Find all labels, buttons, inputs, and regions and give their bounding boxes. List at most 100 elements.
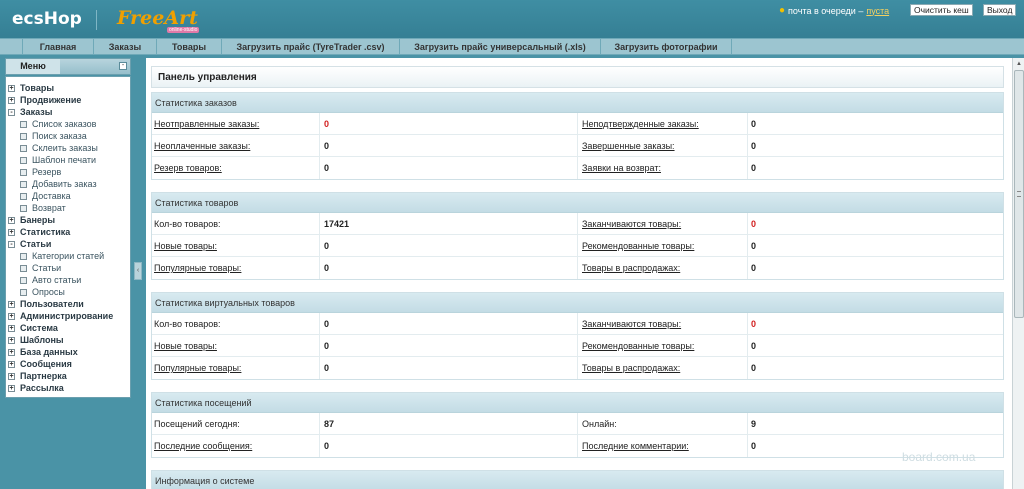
collapse-icon[interactable]: - <box>8 108 15 116</box>
tab-products[interactable]: Товары <box>156 39 221 55</box>
stat-link[interactable]: Новые товары: <box>154 335 217 357</box>
menu-item[interactable]: + Система <box>8 322 58 334</box>
leaf-icon[interactable] <box>20 252 27 260</box>
menu-item[interactable]: + База данных <box>8 346 78 358</box>
menu-subitem[interactable]: Резерв <box>20 166 61 178</box>
menu-item[interactable]: + Пользователи <box>8 298 84 310</box>
stat-link[interactable]: Заявки на возврат: <box>582 157 661 179</box>
stat-link[interactable]: Популярные товары: <box>154 257 241 279</box>
stat-label: Онлайн: <box>582 419 617 429</box>
tab-upload-tyretrader[interactable]: Загрузить прайс (TyreTrader .csv) <box>221 39 399 55</box>
menu-minimize-button[interactable]: - <box>119 62 127 70</box>
menu-item[interactable]: + Продвижение <box>8 94 81 106</box>
leaf-icon[interactable] <box>20 120 27 128</box>
menu-title[interactable]: Меню <box>6 59 60 74</box>
stat-value: 0 <box>324 141 330 151</box>
stat-link[interactable]: Последние сообщения: <box>154 435 252 457</box>
tab-upload-xls[interactable]: Загрузить прайс универсальный (.xls) <box>399 39 600 55</box>
menu-subitem[interactable]: Категории статей <box>20 250 104 262</box>
menu-item[interactable]: - Заказы <box>8 106 52 118</box>
menu-item-label: Список заказов <box>32 119 97 129</box>
stat-link[interactable]: Неоплаченные заказы: <box>154 135 250 157</box>
stat-link[interactable]: Товары в распродажах: <box>582 357 680 379</box>
expand-icon[interactable]: + <box>8 336 15 344</box>
mail-queue-link[interactable]: пуста <box>866 6 889 16</box>
leaf-icon[interactable] <box>20 156 27 164</box>
expand-icon[interactable]: + <box>8 372 15 380</box>
scroll-thumb[interactable] <box>1014 70 1024 318</box>
menu-subitem[interactable]: Доставка <box>20 190 71 202</box>
menu-subitem[interactable]: Статьи <box>20 262 61 274</box>
leaf-icon[interactable] <box>20 192 27 200</box>
menu-item[interactable]: + Банеры <box>8 214 55 226</box>
menu-subitem[interactable]: Шаблон печати <box>20 154 96 166</box>
stat-link[interactable]: Завершенные заказы: <box>582 135 675 157</box>
leaf-icon[interactable] <box>20 168 27 176</box>
expand-icon[interactable]: + <box>8 300 15 308</box>
leaf-icon[interactable] <box>20 264 27 272</box>
expand-icon[interactable]: + <box>8 384 15 392</box>
stats-row: Неоплаченные заказы: 0 Завершенные заказы:… <box>152 135 1003 157</box>
stats-row: Популярные товары: 0 Товары в распродажах:… <box>152 257 1003 279</box>
stat-link[interactable]: Популярные товары: <box>154 357 241 379</box>
menu-subitem[interactable]: Добавить заказ <box>20 178 97 190</box>
scroll-up-icon[interactable]: ▲ <box>1014 59 1024 69</box>
expand-icon[interactable]: + <box>8 324 15 332</box>
stat-value: 9 <box>751 419 757 429</box>
vertical-scrollbar[interactable]: ▲ <box>1012 58 1024 489</box>
menu-subitem[interactable]: Авто статьи <box>20 274 81 286</box>
menu-item[interactable]: + Сообщения <box>8 358 72 370</box>
menu-item[interactable]: + Шаблоны <box>8 334 64 346</box>
stat-link[interactable]: Неотправленные заказы: <box>154 113 259 135</box>
expand-icon[interactable]: + <box>8 84 15 92</box>
expand-icon[interactable]: + <box>8 348 15 356</box>
leaf-icon[interactable] <box>20 132 27 140</box>
expand-icon[interactable]: + <box>8 360 15 368</box>
stat-value: 0 <box>751 219 757 229</box>
menu-subitem[interactable]: Возврат <box>20 202 66 214</box>
stat-label: Посещений сегодня: <box>154 419 240 429</box>
main-content: Панель управления Статистика заказов Неот… <box>146 58 1012 489</box>
menu-subitem[interactable]: Поиск заказа <box>20 130 87 142</box>
logout-button[interactable]: Выход <box>983 4 1017 16</box>
stat-link[interactable]: Новые товары: <box>154 235 217 257</box>
stat-link[interactable]: Товары в распродажах: <box>582 257 680 279</box>
menu-item[interactable]: + Администрирование <box>8 310 113 322</box>
stat-link[interactable]: Последние комментарии: <box>582 435 689 457</box>
leaf-icon[interactable] <box>20 276 27 284</box>
stat-link[interactable]: Заканчиваются товары: <box>582 213 681 235</box>
stat-link[interactable]: Рекомендованные товары: <box>582 335 694 357</box>
stats-section: Статистика посещений Посещений сегодня: 87… <box>151 392 1004 458</box>
tab-upload-photos[interactable]: Загрузить фотографии <box>600 39 732 55</box>
tab-main[interactable]: Главная <box>22 39 93 55</box>
menu-item[interactable]: + Рассылка <box>8 382 64 394</box>
ecshop-logo[interactable]: ecsHop <box>12 9 82 29</box>
collapse-menu-handle[interactable]: ‹ <box>134 262 142 280</box>
leaf-icon[interactable] <box>20 288 27 296</box>
menu-item-label: Партнерка <box>20 371 67 381</box>
menu-item[interactable]: - Статьи <box>8 238 51 250</box>
freeart-logo[interactable]: FreeArt <box>117 7 198 29</box>
expand-icon[interactable]: + <box>8 96 15 104</box>
menu-subitem[interactable]: Опросы <box>20 286 65 298</box>
menu-item[interactable]: + Товары <box>8 82 54 94</box>
expand-icon[interactable]: + <box>8 216 15 224</box>
menu-item-label: Поиск заказа <box>32 131 87 141</box>
menu-subitem[interactable]: Склеить заказы <box>20 142 98 154</box>
leaf-icon[interactable] <box>20 180 27 188</box>
clear-cache-button[interactable]: Очистить кеш <box>910 4 973 16</box>
menu-item[interactable]: + Партнерка <box>8 370 67 382</box>
leaf-icon[interactable] <box>20 144 27 152</box>
leaf-icon[interactable] <box>20 204 27 212</box>
expand-icon[interactable]: + <box>8 312 15 320</box>
stat-link[interactable]: Заканчиваются товары: <box>582 313 681 335</box>
tab-orders[interactable]: Заказы <box>93 39 156 55</box>
stat-link[interactable]: Резерв товаров: <box>154 157 222 179</box>
section-title: Статистика заказов <box>152 93 1003 113</box>
menu-subitem[interactable]: Список заказов <box>20 118 96 130</box>
menu-item[interactable]: + Статистика <box>8 226 70 238</box>
stat-link[interactable]: Рекомендованные товары: <box>582 235 694 257</box>
collapse-icon[interactable]: - <box>8 240 15 248</box>
stat-link[interactable]: Неподтвержденные заказы: <box>582 113 699 135</box>
expand-icon[interactable]: + <box>8 228 15 236</box>
